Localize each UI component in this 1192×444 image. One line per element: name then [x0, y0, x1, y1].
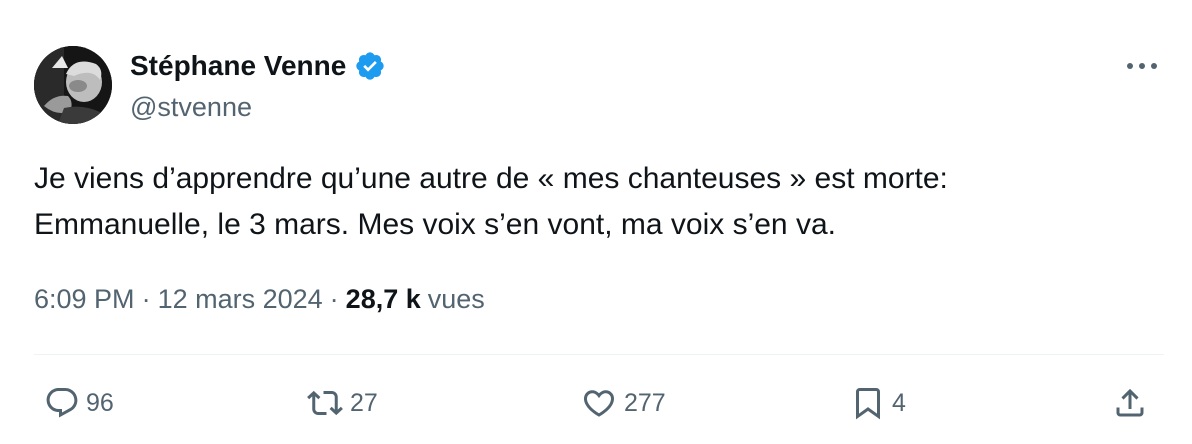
author-name-text: Stéphane Venne	[130, 50, 347, 81]
heart-icon	[583, 390, 615, 417]
author-handle[interactable]: @stvenne	[130, 92, 252, 123]
retweet-button[interactable]: 27	[306, 384, 378, 422]
bookmark-count: 4	[892, 388, 906, 417]
more-button[interactable]	[1120, 50, 1164, 82]
tweet-text-line: Je viens d’apprendre qu’une autre de « m…	[34, 162, 948, 195]
reply-count: 96	[86, 388, 114, 417]
bookmark-button[interactable]: 4	[850, 384, 906, 422]
views-label: vues	[427, 284, 485, 314]
tweet-date[interactable]: 12 mars 2024	[158, 284, 323, 315]
more-horizontal-icon	[1127, 63, 1157, 69]
retweet-icon	[307, 390, 343, 416]
tweet-text: Je viens d’apprendre qu’une autre de « m…	[34, 156, 1144, 248]
meta-separator: ·	[141, 284, 151, 314]
views-count[interactable]: 28,7 k	[346, 284, 421, 315]
divider	[34, 354, 1164, 355]
bookmark-icon	[856, 388, 880, 420]
avatar[interactable]	[34, 46, 112, 124]
retweet-count: 27	[350, 388, 378, 417]
tweet-text-line: Emmanuelle, le 3 mars. Mes voix s’en von…	[34, 208, 836, 241]
avatar-image	[34, 46, 112, 124]
meta-separator: ·	[329, 284, 339, 314]
reply-icon	[46, 388, 78, 418]
author-name[interactable]: Stéphane Venne	[130, 50, 386, 82]
tweet-meta: 6:09 PM · 12 mars 2024 · 28,7 k vues	[34, 284, 485, 315]
reply-button[interactable]: 96	[44, 384, 114, 422]
like-count: 277	[624, 388, 666, 417]
share-button[interactable]	[1112, 384, 1148, 422]
verified-badge-icon[interactable]	[354, 50, 386, 82]
share-icon	[1116, 388, 1144, 417]
like-button[interactable]: 277	[580, 384, 666, 422]
tweet-time[interactable]: 6:09 PM	[34, 284, 135, 315]
tweet-card: Stéphane Venne @stvenne Je viens d’appre…	[0, 0, 1192, 444]
